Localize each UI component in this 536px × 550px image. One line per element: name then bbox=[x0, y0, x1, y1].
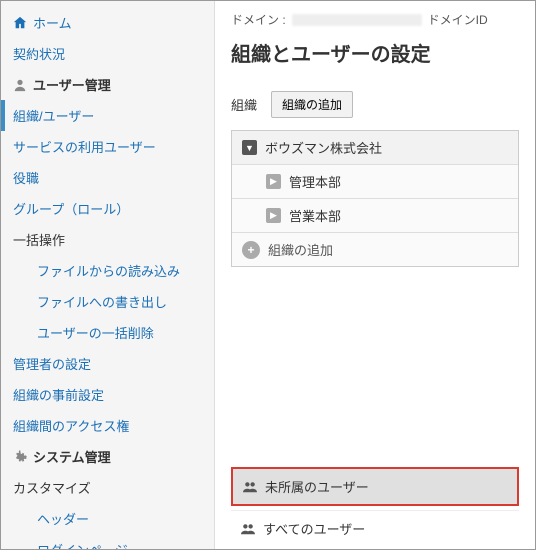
main-content: ドメイン : ドメインID 組織とユーザーの設定 組織 組織の追加 ▼ ボウズマ… bbox=[215, 1, 535, 549]
tree-root-label: ボウズマン株式会社 bbox=[265, 138, 382, 157]
people-icon bbox=[241, 522, 255, 536]
nav-bulk[interactable]: 一括操作 bbox=[1, 224, 214, 255]
nav-admin-settings[interactable]: 管理者の設定 bbox=[1, 348, 214, 379]
expand-icon[interactable]: ▶ bbox=[266, 208, 281, 223]
tree-add-label: 組織の追加 bbox=[268, 240, 333, 259]
tree-add-org[interactable]: + 組織の追加 bbox=[232, 233, 518, 266]
nav-header[interactable]: ヘッダー bbox=[1, 503, 214, 534]
nav-file-import-label: ファイルからの読み込み bbox=[37, 261, 180, 280]
nav-home[interactable]: ホーム bbox=[1, 7, 214, 38]
nav-service-users[interactable]: サービスの利用ユーザー bbox=[1, 131, 214, 162]
nav-header-label: ヘッダー bbox=[37, 509, 89, 528]
domain-row: ドメイン : ドメインID bbox=[231, 11, 519, 28]
collapse-icon[interactable]: ▼ bbox=[242, 140, 257, 155]
tree-child-0[interactable]: ▶ 管理本部 bbox=[232, 165, 518, 199]
all-users-row[interactable]: すべてのユーザー bbox=[231, 510, 519, 546]
add-org-button[interactable]: 組織の追加 bbox=[271, 91, 353, 118]
nav-org-presettings[interactable]: 組織の事前設定 bbox=[1, 379, 214, 410]
gear-icon bbox=[13, 450, 27, 464]
plus-icon: + bbox=[242, 241, 260, 259]
nav-file-export-label: ファイルへの書き出し bbox=[37, 292, 167, 311]
people-icon bbox=[243, 480, 257, 494]
nav-bulk-delete[interactable]: ユーザーの一括削除 bbox=[1, 317, 214, 348]
domain-value-masked bbox=[292, 14, 422, 26]
tree-root[interactable]: ▼ ボウズマン株式会社 bbox=[232, 131, 518, 165]
user-filter-rows: 未所属のユーザー すべてのユーザー bbox=[231, 467, 519, 546]
domain-label: ドメイン : bbox=[231, 11, 286, 28]
nav-groups[interactable]: グループ（ロール） bbox=[1, 193, 214, 224]
nav-org-presettings-label: 組織の事前設定 bbox=[13, 385, 104, 404]
expand-icon[interactable]: ▶ bbox=[266, 174, 281, 189]
nav-roles-label: 役職 bbox=[13, 168, 39, 187]
nav-login-page-label: ログインページ bbox=[37, 540, 128, 549]
nav-org-user[interactable]: 組織/ユーザー bbox=[1, 100, 214, 131]
all-users-label: すべてのユーザー bbox=[263, 519, 365, 538]
tree-child-1-label: 営業本部 bbox=[289, 206, 341, 225]
home-icon bbox=[13, 16, 27, 30]
tree-child-1[interactable]: ▶ 営業本部 bbox=[232, 199, 518, 233]
tree-child-0-label: 管理本部 bbox=[289, 172, 341, 191]
unassigned-users-row[interactable]: 未所属のユーザー bbox=[231, 467, 519, 506]
sidebar: ホーム 契約状況 ユーザー管理 組織/ユーザー サービスの利用ユーザー 役職 グ… bbox=[1, 1, 215, 549]
nav-roles[interactable]: 役職 bbox=[1, 162, 214, 193]
nav-admin-settings-label: 管理者の設定 bbox=[13, 354, 91, 373]
nav-file-export[interactable]: ファイルへの書き出し bbox=[1, 286, 214, 317]
nav-org-access[interactable]: 組織間のアクセス権 bbox=[1, 410, 214, 441]
org-header-row: 組織 組織の追加 bbox=[231, 91, 519, 118]
nav-org-access-label: 組織間のアクセス権 bbox=[13, 416, 129, 435]
nav-service-users-label: サービスの利用ユーザー bbox=[13, 137, 156, 156]
nav-org-user-label: 組織/ユーザー bbox=[13, 106, 94, 125]
nav-bulk-label: 一括操作 bbox=[13, 230, 65, 249]
org-tree: ▼ ボウズマン株式会社 ▶ 管理本部 ▶ 営業本部 + 組織の追加 bbox=[231, 130, 519, 267]
section-user-mgmt-label: ユーザー管理 bbox=[33, 75, 111, 94]
user-icon bbox=[13, 78, 27, 92]
unassigned-label: 未所属のユーザー bbox=[265, 477, 369, 496]
section-user-mgmt: ユーザー管理 bbox=[1, 69, 214, 100]
nav-customize-label: カスタマイズ bbox=[13, 478, 91, 497]
nav-customize[interactable]: カスタマイズ bbox=[1, 472, 214, 503]
domain-id-label: ドメインID bbox=[428, 11, 488, 28]
section-system-mgmt: システム管理 bbox=[1, 441, 214, 472]
nav-file-import[interactable]: ファイルからの読み込み bbox=[1, 255, 214, 286]
nav-groups-label: グループ（ロール） bbox=[13, 199, 129, 218]
section-system-mgmt-label: システム管理 bbox=[33, 447, 111, 466]
page-title: 組織とユーザーの設定 bbox=[231, 38, 519, 67]
nav-contract[interactable]: 契約状況 bbox=[1, 38, 214, 69]
nav-login-page[interactable]: ログインページ bbox=[1, 534, 214, 549]
org-label: 組織 bbox=[231, 95, 257, 114]
nav-contract-label: 契約状況 bbox=[13, 44, 65, 63]
nav-home-label: ホーム bbox=[33, 13, 72, 32]
nav-bulk-delete-label: ユーザーの一括削除 bbox=[37, 323, 154, 342]
